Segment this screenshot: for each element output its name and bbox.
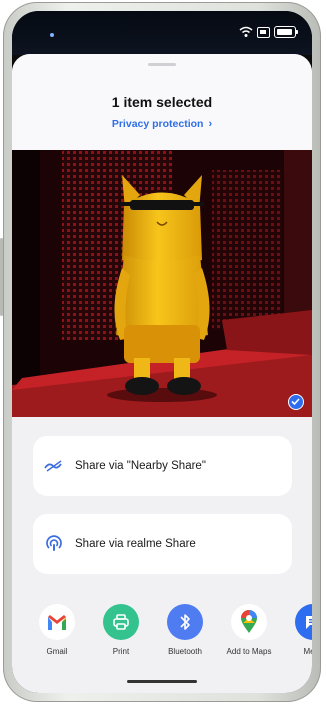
app-print[interactable]: Print bbox=[91, 604, 151, 656]
photo-image bbox=[12, 150, 312, 417]
app-gmail[interactable]: Gmail bbox=[27, 604, 87, 656]
realme-share-icon bbox=[43, 533, 65, 555]
selected-photo[interactable] bbox=[12, 150, 312, 417]
gmail-icon bbox=[39, 604, 75, 640]
app-messages[interactable]: Mess bbox=[283, 604, 312, 656]
battery-icon bbox=[274, 26, 298, 38]
wifi-icon bbox=[239, 26, 253, 37]
screen: 1 item selected Privacy protection › Sha… bbox=[12, 11, 312, 693]
chevron-right-icon: › bbox=[208, 118, 213, 130]
sheet-header: 1 item selected Privacy protection › bbox=[12, 54, 312, 150]
messages-icon bbox=[295, 604, 312, 640]
volume-button bbox=[0, 238, 3, 316]
nearby-share-icon bbox=[43, 455, 65, 477]
maps-pin-icon bbox=[231, 604, 267, 640]
nfc-icon bbox=[257, 26, 270, 38]
status-bar bbox=[12, 11, 312, 55]
bluetooth-icon bbox=[167, 604, 203, 640]
selected-check-icon[interactable] bbox=[288, 394, 304, 410]
app-bluetooth-label: Bluetooth bbox=[168, 647, 202, 656]
realme-share-option[interactable]: Share via realme Share bbox=[33, 514, 292, 574]
sheet-title: 1 item selected bbox=[111, 94, 213, 110]
app-print-label: Print bbox=[112, 647, 130, 656]
phone-frame: 1 item selected Privacy protection › Sha… bbox=[0, 2, 321, 702]
drag-handle[interactable] bbox=[148, 63, 176, 66]
share-apps-row: Gmail Print Bluetooth Add to Maps M bbox=[12, 604, 312, 674]
printer-icon bbox=[103, 604, 139, 640]
app-add-to-maps-label: Add to Maps bbox=[226, 647, 272, 656]
camera-dot bbox=[50, 33, 54, 37]
app-gmail-label: Gmail bbox=[46, 647, 68, 656]
privacy-protection-link[interactable]: Privacy protection › bbox=[12, 118, 312, 130]
nearby-share-label: Share via "Nearby Share" bbox=[75, 460, 206, 472]
nearby-share-option[interactable]: Share via "Nearby Share" bbox=[33, 436, 292, 496]
home-indicator[interactable] bbox=[127, 680, 197, 683]
app-add-to-maps[interactable]: Add to Maps bbox=[219, 604, 279, 656]
app-bluetooth[interactable]: Bluetooth bbox=[155, 604, 215, 656]
realme-share-label: Share via realme Share bbox=[75, 538, 196, 550]
share-sheet: 1 item selected Privacy protection › Sha… bbox=[12, 54, 312, 693]
status-icons bbox=[239, 26, 298, 38]
privacy-link-label[interactable]: Privacy protection bbox=[112, 118, 204, 130]
app-messages-label: Mess bbox=[303, 647, 312, 656]
